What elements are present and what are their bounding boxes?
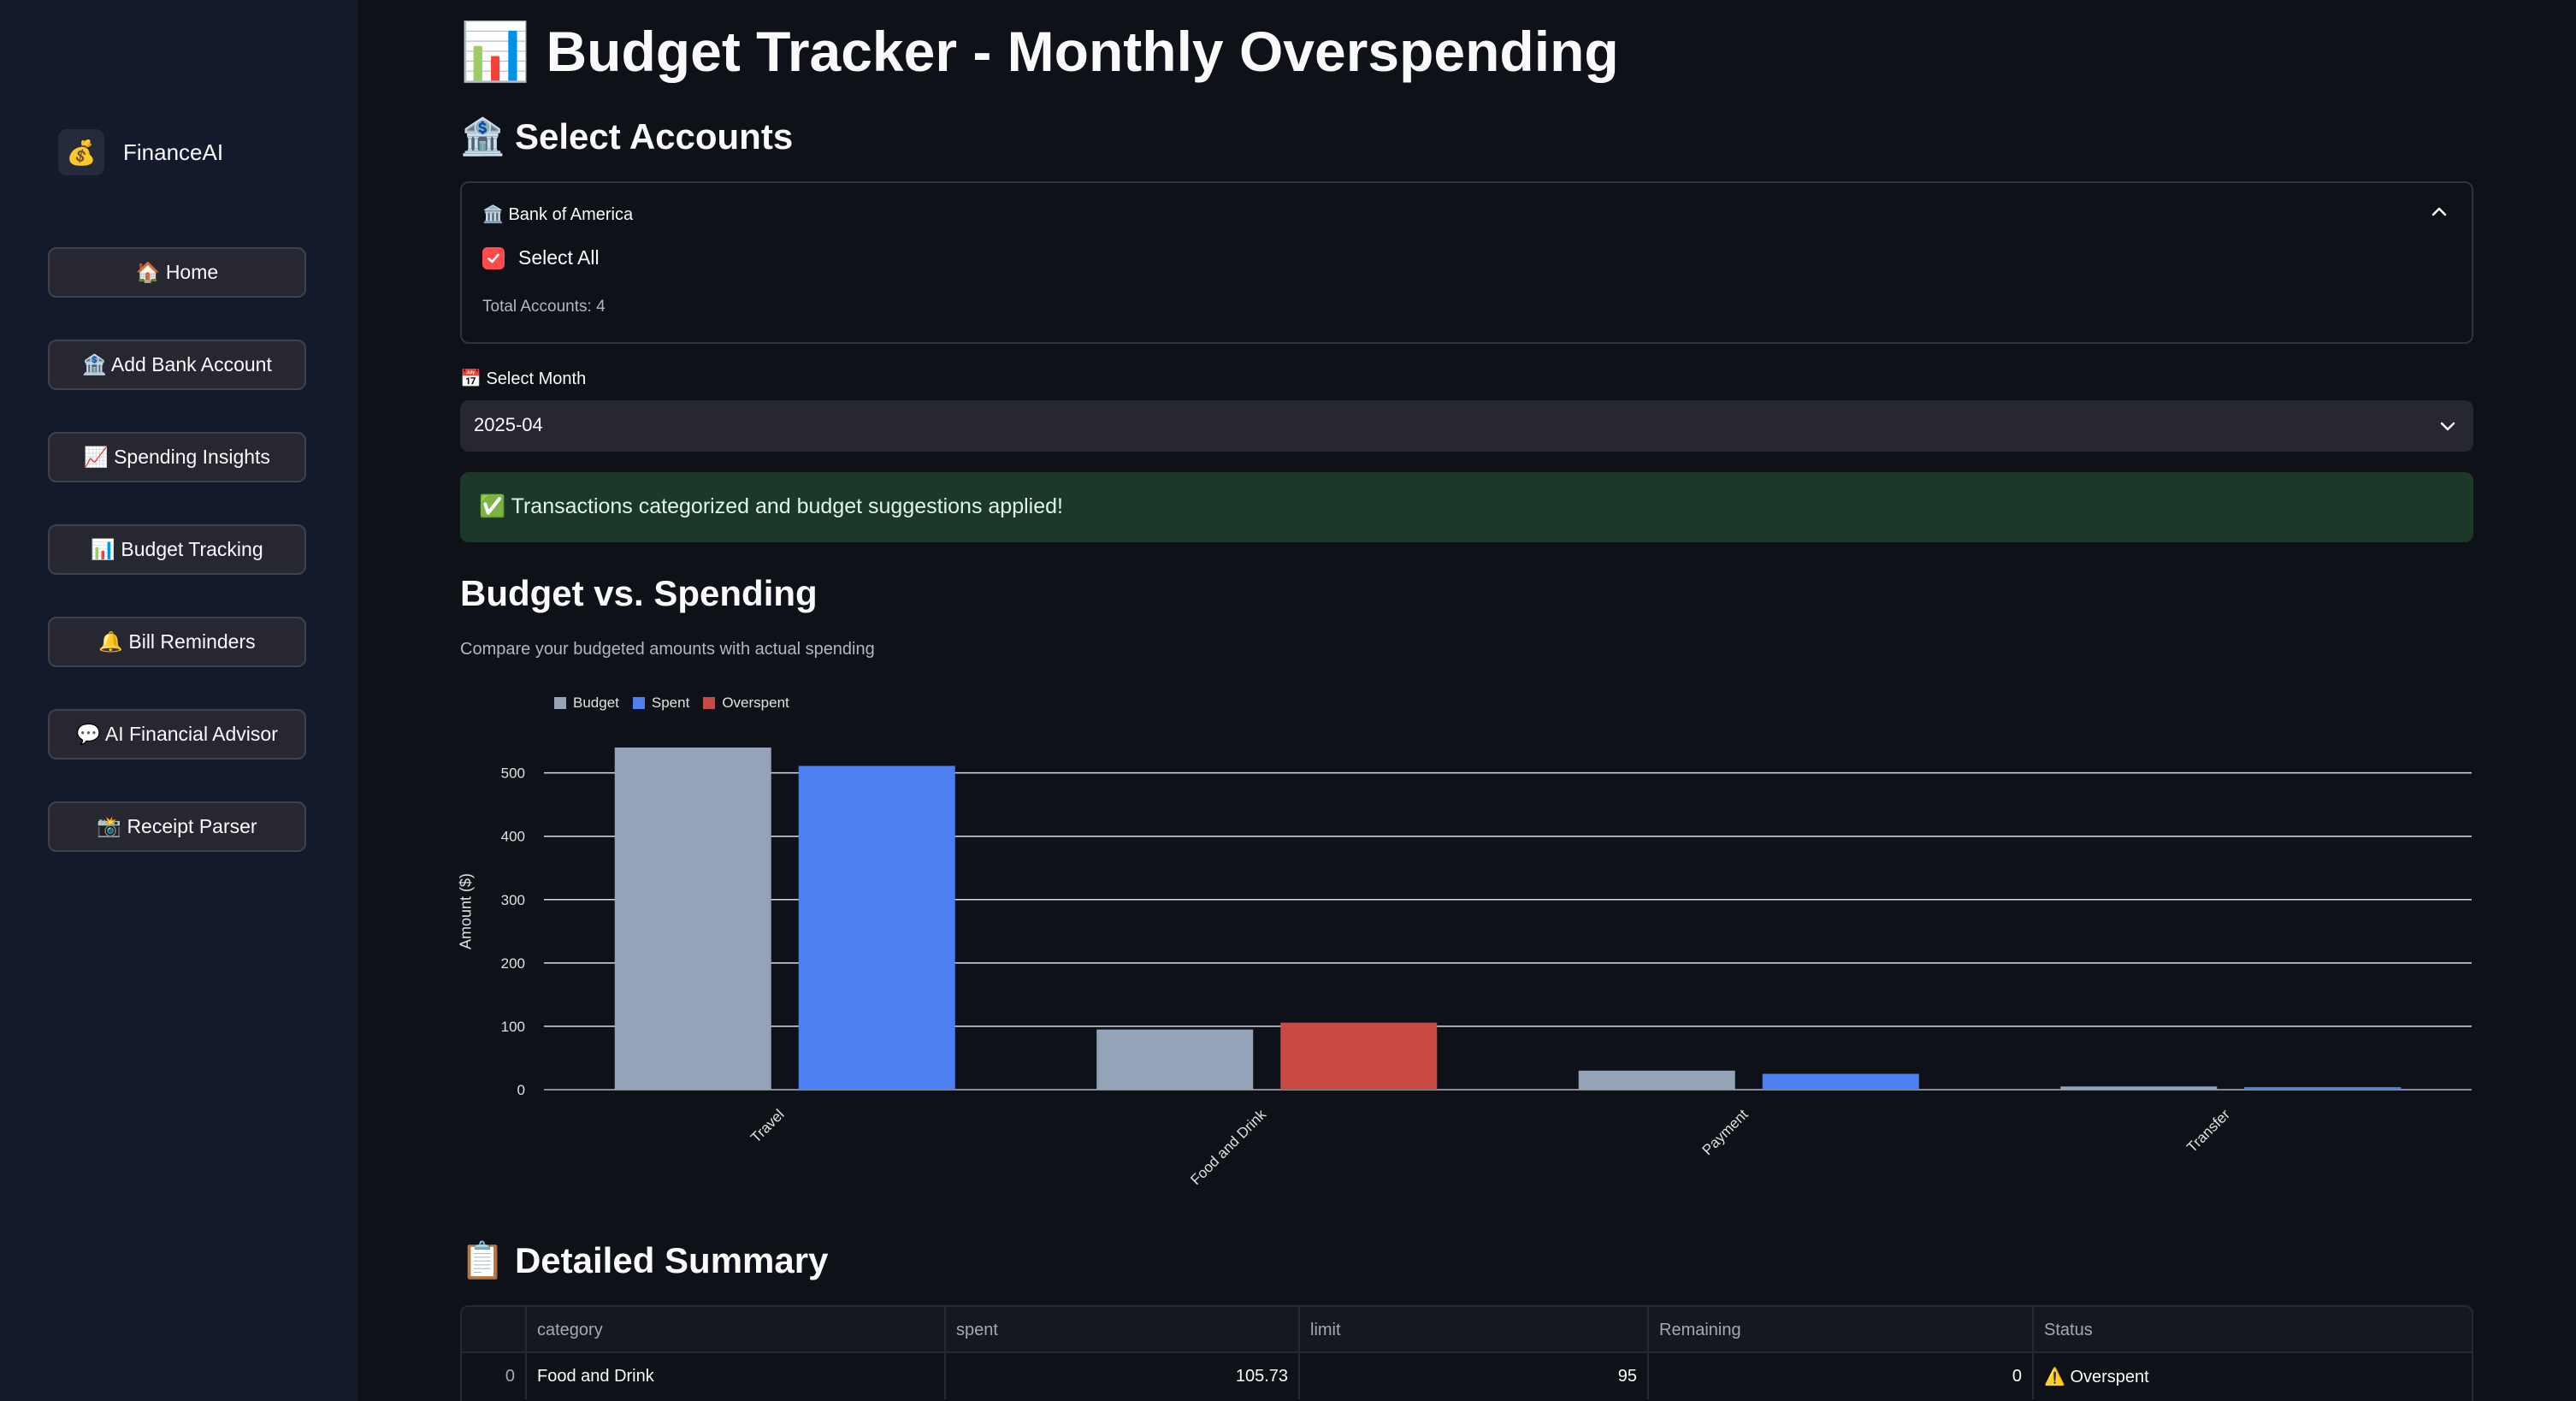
bar-spent-food-and-drink [1280,1022,1438,1090]
bank-expander-title: 🏛️ Bank of America [482,205,634,224]
summary-table[interactable]: category spent limit Remaining Status 0 … [460,1305,2473,1401]
y-tick-label-400: 400 [501,829,525,845]
table-header-row: category spent limit Remaining Status [462,1307,2472,1353]
table-row[interactable]: 0 Food and Drink 105.73 95 0 ⚠️ Overspen… [462,1353,2472,1399]
cell-spent[interactable]: 105.73 [946,1353,1300,1399]
select-month-label: 📅 Select Month [460,369,587,388]
success-message: ✅ Transactions categorized and budget su… [479,494,1063,518]
budget-vs-spending-chart: Budget Spent Overspent Amount ($) 0 100 20… [457,684,2473,1197]
y-tick-label-200: 200 [501,955,525,972]
legend-label-overspent: Overspent [722,695,789,711]
bar-budget-transfer [2060,1086,2218,1090]
y-axis-title: Amount ($) [457,872,475,950]
bar-budget-payment [1578,1070,1735,1090]
chevron-up-icon[interactable] [2429,202,2449,222]
legend-item-spent[interactable]: Spent [632,695,690,712]
bar-spent-payment [1762,1073,1919,1090]
x-tick-label-travel: Travel [747,1106,787,1145]
header-limit[interactable]: limit [1300,1307,1649,1353]
select-all-checkbox[interactable]: Select All [482,246,600,269]
header-status[interactable]: Status [2034,1307,2472,1353]
bar-spent-transfer [2244,1087,2402,1090]
checkbox-checked-icon[interactable] [482,246,505,269]
bill-reminders-button[interactable]: 🔔 Bill Reminders [48,617,306,667]
header-remaining[interactable]: Remaining [1649,1307,2034,1353]
cell-category[interactable]: Food and Drink [527,1353,946,1399]
chart-caption: Compare your budgeted amounts with actua… [460,640,875,659]
total-accounts-text: Total Accounts: 4 [482,298,606,316]
brand: 💰 FinanceAI [58,128,223,176]
y-tick-label-500: 500 [501,766,525,782]
y-tick-label-300: 300 [501,892,525,908]
accounts-heading: 🏦 Select Accounts [460,116,794,157]
x-tick-label-transfer: Transfer [2183,1106,2233,1156]
receipt-parser-button[interactable]: 📸 Receipt Parser [48,801,306,852]
chart-heading: Budget vs. Spending [460,573,818,613]
month-select-value: 2025-04 [474,414,543,435]
row-index: 0 [462,1353,527,1399]
header-index [462,1307,527,1353]
header-category[interactable]: category [527,1307,946,1353]
bank-expander[interactable]: 🏛️ Bank of America Select All Total Acco… [460,181,2473,344]
brand-name: FinanceAI [123,139,224,165]
cell-status[interactable]: ⚠️ Overspent [2034,1353,2472,1399]
y-tick-label-0: 0 [517,1082,525,1098]
select-all-label: Select All [518,246,600,269]
sidebar: 💰 FinanceAI 🏠 Home 🏦 Add Bank Account 📈 … [0,0,357,1401]
legend-label-spent: Spent [651,695,690,711]
chevron-down-icon[interactable] [2437,416,2458,436]
add-bank-account-button[interactable]: 🏦 Add Bank Account [48,340,306,390]
spending-insights-button[interactable]: 📈 Spending Insights [48,432,306,482]
y-tick-label-100: 100 [501,1019,525,1035]
legend-label-budget: Budget [573,695,619,711]
summary-heading: 📋 Detailed Summary [460,1240,829,1280]
success-alert: ✅ Transactions categorized and budget su… [460,472,2473,542]
legend-swatch-budget [554,697,566,709]
page-title: 📊 Budget Tracker - Monthly Overspending [460,20,1619,83]
legend-swatch-spent [632,697,645,709]
bar-spent-travel [798,766,955,1090]
home-button[interactable]: 🏠 Home [48,247,306,298]
legend-item-budget[interactable]: Budget [554,695,619,712]
x-tick-label-food-and-drink: Food and Drink [1187,1106,1269,1188]
money-bag-icon: 💰 [58,129,104,175]
month-select[interactable]: 2025-04 [460,400,2473,452]
ai-financial-advisor-button[interactable]: 💬 AI Financial Advisor [48,709,306,760]
header-spent[interactable]: spent [946,1307,1300,1353]
budget-tracking-button[interactable]: 📊 Budget Tracking [48,524,306,575]
legend-item-overspent[interactable]: Overspent [703,695,789,712]
legend-swatch-overspent [703,697,716,709]
cell-remaining[interactable]: 0 [1649,1353,2034,1399]
chart-plot: 0 100 200 300 400 500 Travel Food and Drink Paym… [501,748,2472,1188]
bar-budget-food-and-drink [1096,1029,1254,1090]
cell-limit[interactable]: 95 [1300,1353,1649,1399]
chart-legend: Budget Spent Overspent [554,695,803,712]
x-tick-label-payment: Payment [1699,1106,1752,1158]
bar-budget-travel [614,748,771,1090]
